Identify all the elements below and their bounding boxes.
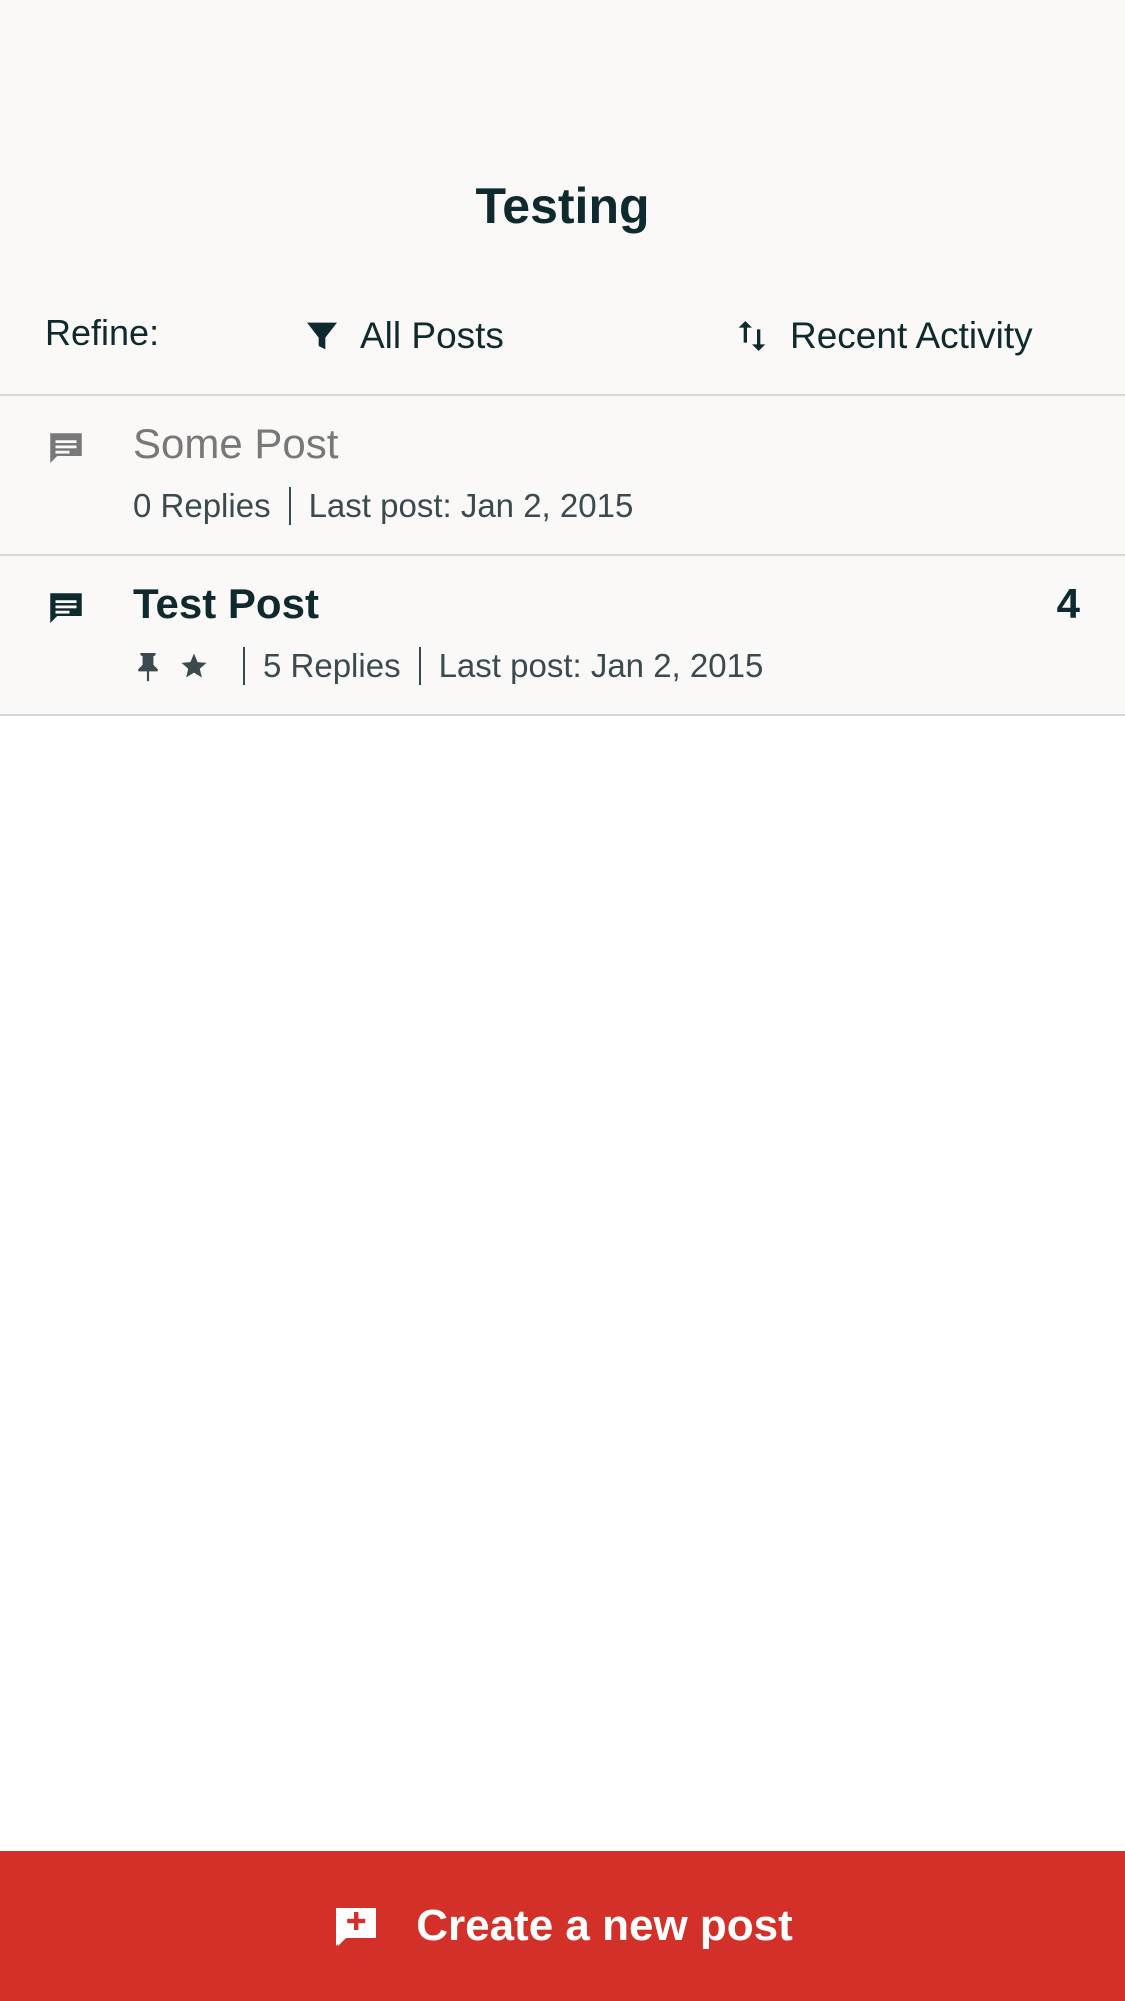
post-title: Some Post [133,420,339,467]
unread-count-badge: 4 [1056,580,1080,627]
star-icon [179,649,209,683]
refine-bar: Refine: All Posts Recent Activity [0,300,1125,372]
chat-bubble-icon [45,588,87,630]
filter-label: All Posts [360,315,504,356]
sort-button[interactable]: Recent Activity [730,304,1033,368]
post-row-test-post[interactable]: Test Post 4 5 Replies Last post: Jan 2, … [0,556,1125,716]
create-post-label: Create a new post [416,1901,793,1950]
chat-bubble-icon [45,428,87,470]
post-meta: 0 Replies Last post: Jan 2, 2015 [133,484,633,528]
create-post-button[interactable]: Create a new post [0,1851,1125,2001]
post-meta: 5 Replies Last post: Jan 2, 2015 [133,644,763,688]
last-post-date: Last post: Jan 2, 2015 [308,487,634,524]
meta-divider [243,647,245,685]
refine-label: Refine: [45,312,160,353]
page-title: Testing [475,178,650,234]
sort-label: Recent Activity [790,315,1033,356]
filter-button[interactable]: All Posts [300,304,504,368]
post-title: Test Post [133,580,319,627]
meta-divider [288,487,291,525]
topic-header: Testing Refine: All Posts Recent Activit… [0,0,1125,396]
last-post-date: Last post: Jan 2, 2015 [438,647,764,684]
reply-count: 0 Replies [133,487,271,524]
pin-icon [133,649,163,683]
filter-icon [300,314,344,358]
add-comment-icon [332,1902,380,1950]
sort-icon [730,314,774,358]
reply-count: 5 Replies [263,647,401,684]
post-row-some-post[interactable]: Some Post 0 Replies Last post: Jan 2, 20… [0,396,1125,556]
meta-divider [418,647,421,685]
